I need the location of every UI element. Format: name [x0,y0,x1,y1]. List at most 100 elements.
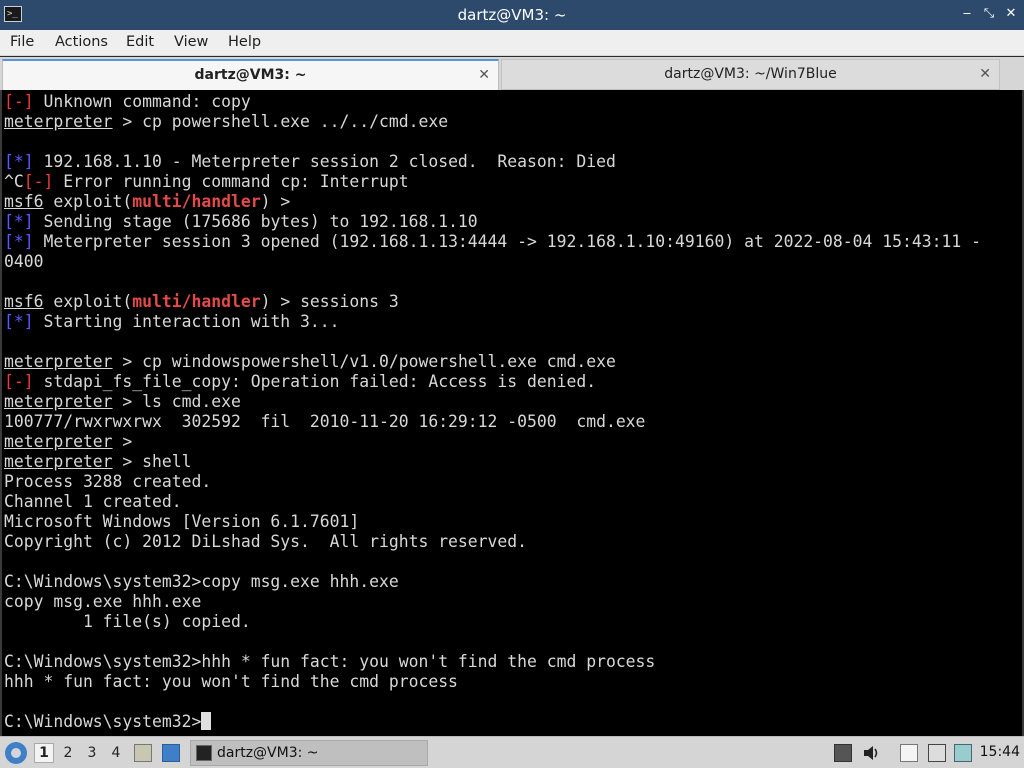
terminal-text: 1 file(s) copied. [4,612,251,631]
terminal-line: ^C[-] Error running command cp: Interrup… [4,172,409,192]
terminal-text: [-] [4,372,34,391]
terminal-line: [-] stdapi_fs_file_copy: Operation faile… [4,372,596,392]
terminal-text: meterpreter [4,452,113,471]
terminal-output[interactable]: [-] Unknown command: copy meterpreter > c… [0,90,1024,736]
tab-home[interactable]: dartz@VM3: ~ ✕ [2,59,499,90]
terminal-text: C:\Windows\system32>hhh * fun fact: you … [4,652,656,671]
menu-file[interactable]: File [10,34,34,50]
network-icon[interactable] [928,744,946,762]
terminal-text: meterpreter [4,352,113,371]
menu-view[interactable]: View [174,34,208,50]
terminal-line: Microsoft Windows [Version 6.1.7601] [4,512,359,532]
terminal-line: Channel 1 created. [4,492,182,512]
terminal-text: ) > [260,192,291,211]
terminal-text: [-] [4,92,34,111]
tab-win7blue[interactable]: dartz@VM3: ~/Win7Blue ✕ [501,59,1000,90]
menu-bar: File Actions Edit View Help [0,30,1024,56]
tab-close-icon[interactable]: ✕ [979,60,991,88]
workspace-4[interactable]: 4 [106,743,126,763]
terminal-text: > [112,432,133,451]
terminal-text: ^C [4,172,24,191]
terminal-text: copy msg.exe hhh.exe [4,592,202,611]
workspace-2[interactable]: 2 [58,743,78,763]
workspace-1[interactable]: 1 [34,743,54,763]
clipboard-icon[interactable] [900,744,918,762]
terminal-text: multi/handler [132,292,261,311]
terminal-text: > shell [112,452,192,471]
terminal-line: meterpreter > cp windowspowershell/v1.0/… [4,352,616,372]
menu-edit[interactable]: Edit [126,34,154,50]
terminal-text: Error running command cp: Interrupt [53,172,409,191]
terminal-text: hhh * fun fact: you won't find the cmd p… [4,672,458,691]
terminal-line: Copyright (c) 2012 DiLshad Sys. All righ… [4,532,527,552]
menu-help[interactable]: Help [228,34,261,50]
updates-icon[interactable] [954,744,972,762]
taskbar-terminal-button[interactable]: dartz@VM3: ~ [190,740,428,766]
terminal-text: msf6 [4,292,44,311]
terminal-text: msf6 [4,192,44,211]
terminal-line: [-] Unknown command: copy [4,92,251,112]
terminal-text: Copyright (c) 2012 DiLshad Sys. All righ… [4,532,528,551]
terminal-text: 192.168.1.10 - Meterpreter session 2 clo… [33,152,616,171]
window-titlebar: >_ dartz@VM3: ~ ‒ ⤡ ✕ [0,0,1024,30]
tab-label: dartz@VM3: ~ [194,67,307,83]
terminal-text: [*] [4,232,34,251]
start-menu-icon[interactable] [5,742,27,764]
terminal-line: [*] Sending stage (175686 bytes) to 192.… [4,212,478,232]
window-title: dartz@VM3: ~ [457,6,567,24]
workspace-3[interactable]: 3 [82,743,102,763]
terminal-line: [*] 192.168.1.10 - Meterpreter session 2… [4,152,616,172]
show-desktop-icon[interactable] [162,744,180,762]
terminal-text: Process 3288 created. [4,472,212,491]
terminal-line: meterpreter > ls cmd.exe [4,392,241,412]
tab-close-icon[interactable]: ✕ [478,61,490,89]
terminal-line: meterpreter > cp powershell.exe ../../cm… [4,112,448,132]
terminal-text: C:\Windows\system32>copy msg.exe hhh.exe [4,572,399,591]
terminal-cursor [201,712,212,730]
terminal-text: > cp powershell.exe ../../cmd.exe [112,112,449,131]
terminal-line: copy msg.exe hhh.exe [4,592,201,612]
terminal-text: exploit( [43,192,133,211]
terminal-text: Meterpreter session 3 opened (192.168.1.… [33,232,981,251]
terminal-text: [*] [4,152,34,171]
screenshot-icon[interactable] [834,744,852,762]
terminal-line: hhh * fun fact: you won't find the cmd p… [4,672,458,692]
terminal-line: 1 file(s) copied. [4,612,251,632]
terminal-line: meterpreter > shell [4,452,192,472]
maximize-button[interactable]: ⤡ [980,5,998,23]
volume-icon[interactable] [862,744,880,762]
terminal-line: C:\Windows\system32> [4,712,212,732]
terminal-line: msf6 exploit(multi/handler) > sessions 3 [4,292,399,312]
tab-bar: dartz@VM3: ~ ✕ dartz@VM3: ~/Win7Blue ✕ [0,57,1024,90]
close-button[interactable]: ✕ [1002,5,1020,23]
terminal-text: stdapi_fs_file_copy: Operation failed: A… [33,372,597,391]
terminal-text: meterpreter [4,432,113,451]
terminal-text: Microsoft Windows [Version 6.1.7601] [4,512,360,531]
terminal-text: meterpreter [4,112,113,131]
terminal-text: ) > sessions 3 [260,292,399,311]
terminal-text: > ls cmd.exe [112,392,241,411]
minimize-button[interactable]: ‒ [958,5,976,23]
terminal-text: > cp windowspowershell/v1.0/powershell.e… [112,352,616,371]
terminal-text: [*] [4,312,34,331]
file-manager-icon[interactable] [134,744,152,762]
terminal-line: [*] Meterpreter session 3 opened (192.16… [4,232,981,252]
terminal-text: 100777/rwxrwxrwx 302592 fil 2010-11-20 1… [4,412,646,431]
terminal-icon [196,745,212,761]
terminal-line: meterpreter > [4,432,132,452]
taskbar-task-label: dartz@VM3: ~ [217,745,319,761]
terminal-text: [*] [4,212,34,231]
clock: 15:44 [979,744,1020,760]
terminal-line: msf6 exploit(multi/handler) > [4,192,290,212]
terminal-text: [-] [23,172,54,191]
terminal-text: exploit( [43,292,133,311]
terminal-line: C:\Windows\system32>copy msg.exe hhh.exe [4,572,399,592]
terminal-line: [*] Starting interaction with 3... [4,312,340,332]
terminal-text: Unknown command: copy [33,92,251,111]
terminal-line: C:\Windows\system32>hhh * fun fact: you … [4,652,655,672]
terminal-text: meterpreter [4,392,113,411]
terminal-text: C:\Windows\system32> [4,712,202,731]
terminal-line: 0400 [4,252,43,272]
menu-actions[interactable]: Actions [55,34,108,50]
terminal-text: multi/handler [132,192,261,211]
